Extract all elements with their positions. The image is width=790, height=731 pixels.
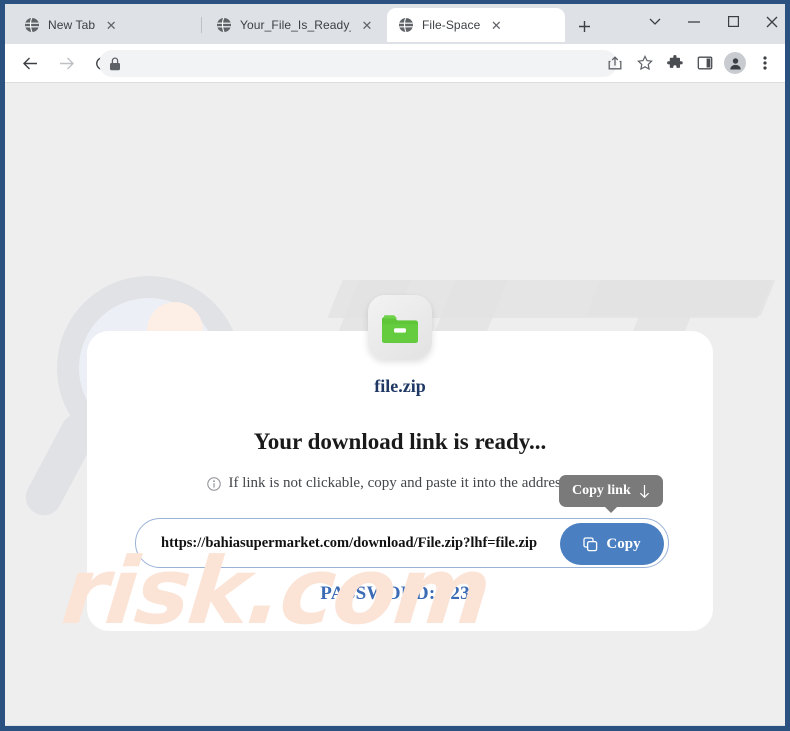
maximize-window-button[interactable] bbox=[716, 7, 750, 36]
close-icon bbox=[766, 16, 778, 27]
page-viewport: file.zip Your download link is ready... … bbox=[5, 83, 785, 725]
new-tab-button[interactable] bbox=[573, 15, 595, 37]
tab-close-icon[interactable]: ✕ bbox=[103, 17, 119, 33]
forward-arrow-icon bbox=[59, 57, 74, 69]
browser-tab-your-file-is-ready[interactable]: Your_File_Is_Ready_To_Downl ✕ bbox=[205, 8, 383, 42]
browser-window-inner: New Tab ✕ Your_File_Is_Ready_To_Downl ✕ … bbox=[5, 4, 785, 726]
forward-button[interactable] bbox=[52, 49, 80, 77]
tab-search-button[interactable] bbox=[638, 7, 672, 36]
tab-close-icon[interactable]: ✕ bbox=[488, 17, 504, 33]
globe-icon bbox=[217, 17, 231, 33]
download-link-field[interactable]: https://bahiasupermarket.com/download/Fi… bbox=[135, 518, 669, 568]
password-line: PASSWORD: 1234 bbox=[320, 583, 480, 604]
minimize-window-button[interactable] bbox=[677, 7, 711, 36]
browser-window: New Tab ✕ Your_File_Is_Ready_To_Downl ✕ … bbox=[0, 0, 790, 731]
close-window-button[interactable] bbox=[755, 7, 785, 36]
lock-icon bbox=[110, 57, 120, 70]
share-icon bbox=[608, 56, 622, 70]
puzzle-piece-icon bbox=[667, 55, 683, 68]
browser-toolbar bbox=[5, 44, 785, 83]
browser-tab-title: New Tab bbox=[48, 18, 96, 32]
tab-strip: New Tab ✕ Your_File_Is_Ready_To_Downl ✕ … bbox=[5, 4, 785, 44]
browser-tab-title: File-Space bbox=[422, 18, 481, 32]
browser-tab-title: Your_File_Is_Ready_To_Downl bbox=[240, 18, 351, 32]
profile-button[interactable] bbox=[721, 49, 749, 77]
side-panel-icon bbox=[697, 56, 713, 70]
zip-folder-icon bbox=[368, 295, 432, 359]
bookmark-button[interactable] bbox=[631, 49, 659, 77]
toolbar-right-actions bbox=[599, 49, 779, 77]
hint-text: If link is not clickable, copy and paste… bbox=[228, 475, 593, 491]
copy-link-tooltip: Copy link bbox=[559, 475, 663, 513]
tab-separator bbox=[201, 17, 202, 33]
tab-close-icon[interactable]: ✕ bbox=[359, 17, 375, 33]
copy-button[interactable]: Copy bbox=[560, 523, 664, 565]
globe-icon bbox=[399, 17, 413, 33]
side-panel-button[interactable] bbox=[691, 49, 719, 77]
page-title: Your download link is ready... bbox=[253, 429, 547, 454]
three-dots-menu-icon bbox=[763, 56, 767, 70]
browser-tab-new-tab[interactable]: New Tab ✕ bbox=[13, 8, 203, 42]
maximize-icon bbox=[727, 16, 739, 27]
share-button[interactable] bbox=[601, 49, 629, 77]
chrome-menu-button[interactable] bbox=[751, 49, 779, 77]
extensions-button[interactable] bbox=[661, 49, 689, 77]
copy-button-label: Copy bbox=[606, 535, 641, 552]
file-name-label: file.zip bbox=[374, 376, 426, 396]
file-identity-block: file.zip bbox=[87, 295, 713, 397]
plus-icon bbox=[578, 20, 590, 32]
back-arrow-icon bbox=[22, 57, 37, 69]
copy-icon bbox=[583, 536, 598, 551]
back-button[interactable] bbox=[16, 49, 44, 77]
star-icon bbox=[637, 55, 653, 71]
profile-avatar-icon bbox=[724, 52, 746, 74]
chevron-down-icon bbox=[649, 18, 661, 25]
tooltip-label: Copy link bbox=[572, 483, 631, 498]
address-bar[interactable] bbox=[99, 50, 617, 77]
browser-tab-file-space[interactable]: File-Space ✕ bbox=[387, 8, 565, 42]
download-card: file.zip Your download link is ready... … bbox=[87, 295, 713, 631]
globe-icon bbox=[25, 17, 39, 33]
arrow-down-icon bbox=[639, 484, 649, 498]
minimize-icon bbox=[688, 20, 700, 23]
info-circle-icon bbox=[207, 476, 222, 491]
